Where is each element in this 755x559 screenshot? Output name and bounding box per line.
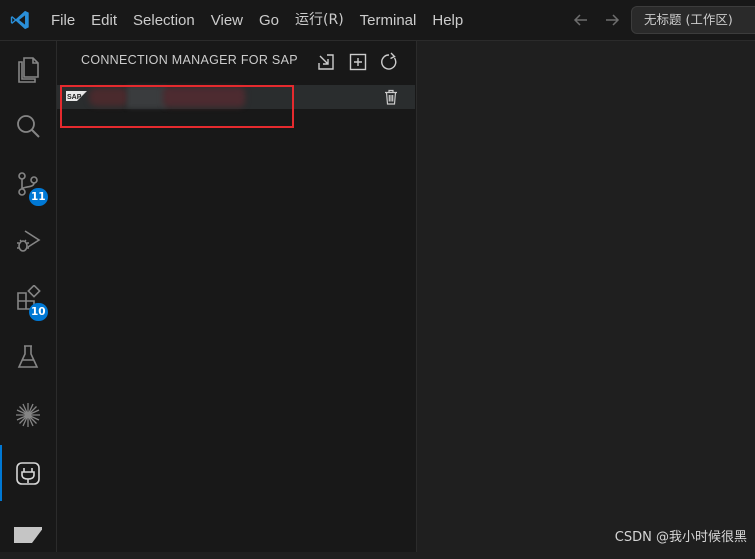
activity-run-debug[interactable] xyxy=(0,213,57,269)
tag-icon xyxy=(14,527,42,543)
forward-arrow-icon[interactable] xyxy=(602,10,622,30)
activity-explorer[interactable] xyxy=(0,41,57,97)
menu-help[interactable]: Help xyxy=(424,0,471,41)
menu-terminal[interactable]: Terminal xyxy=(352,0,425,41)
menu-go[interactable]: Go xyxy=(251,0,287,41)
activity-tag[interactable] xyxy=(0,503,57,559)
delete-connection-icon[interactable] xyxy=(382,88,400,106)
add-connection-button[interactable] xyxy=(347,51,369,73)
sparkle-icon xyxy=(16,403,40,427)
menu-file[interactable]: File xyxy=(43,0,83,41)
connection-manager-icon xyxy=(16,462,40,485)
menu-bar: File Edit Selection View Go 运行(R) Termin… xyxy=(43,0,471,41)
refresh-icon xyxy=(381,52,397,70)
vscode-logo-icon xyxy=(9,9,31,31)
watermark: CSDN @我小时候很黑 xyxy=(614,530,747,545)
activity-search[interactable] xyxy=(0,98,57,154)
menu-edit[interactable]: Edit xyxy=(83,0,125,41)
run-debug-icon xyxy=(17,230,41,252)
command-center[interactable]: 无标题 (工作区) xyxy=(631,6,755,34)
activity-sparkle[interactable] xyxy=(0,387,57,443)
activity-testing[interactable] xyxy=(0,329,57,385)
activity-extensions[interactable]: 10 xyxy=(0,271,57,327)
explorer-icon xyxy=(18,57,39,83)
import-icon xyxy=(318,54,334,70)
editor-area xyxy=(417,41,755,552)
activity-source-control[interactable]: 11 xyxy=(0,156,57,212)
activity-bar: 11 10 xyxy=(0,41,57,552)
menu-view[interactable]: View xyxy=(203,0,251,41)
import-connection-button[interactable] xyxy=(315,51,337,73)
menu-run[interactable]: 运行(R) xyxy=(287,0,352,41)
testing-icon xyxy=(17,345,39,368)
back-arrow-icon[interactable] xyxy=(571,10,591,30)
source-control-badge: 11 xyxy=(29,188,48,206)
refresh-button[interactable] xyxy=(378,51,400,73)
add-icon xyxy=(349,53,367,71)
extensions-badge: 10 xyxy=(29,303,48,321)
sidebar-title: CONNECTION MANAGER FOR SAP ... xyxy=(81,53,301,67)
annotation-highlight-box xyxy=(60,85,294,128)
menu-selection[interactable]: Selection xyxy=(125,0,203,41)
title-bar: File Edit Selection View Go 运行(R) Termin… xyxy=(0,0,755,41)
search-icon xyxy=(17,115,40,138)
activity-connection-manager[interactable] xyxy=(0,445,57,501)
